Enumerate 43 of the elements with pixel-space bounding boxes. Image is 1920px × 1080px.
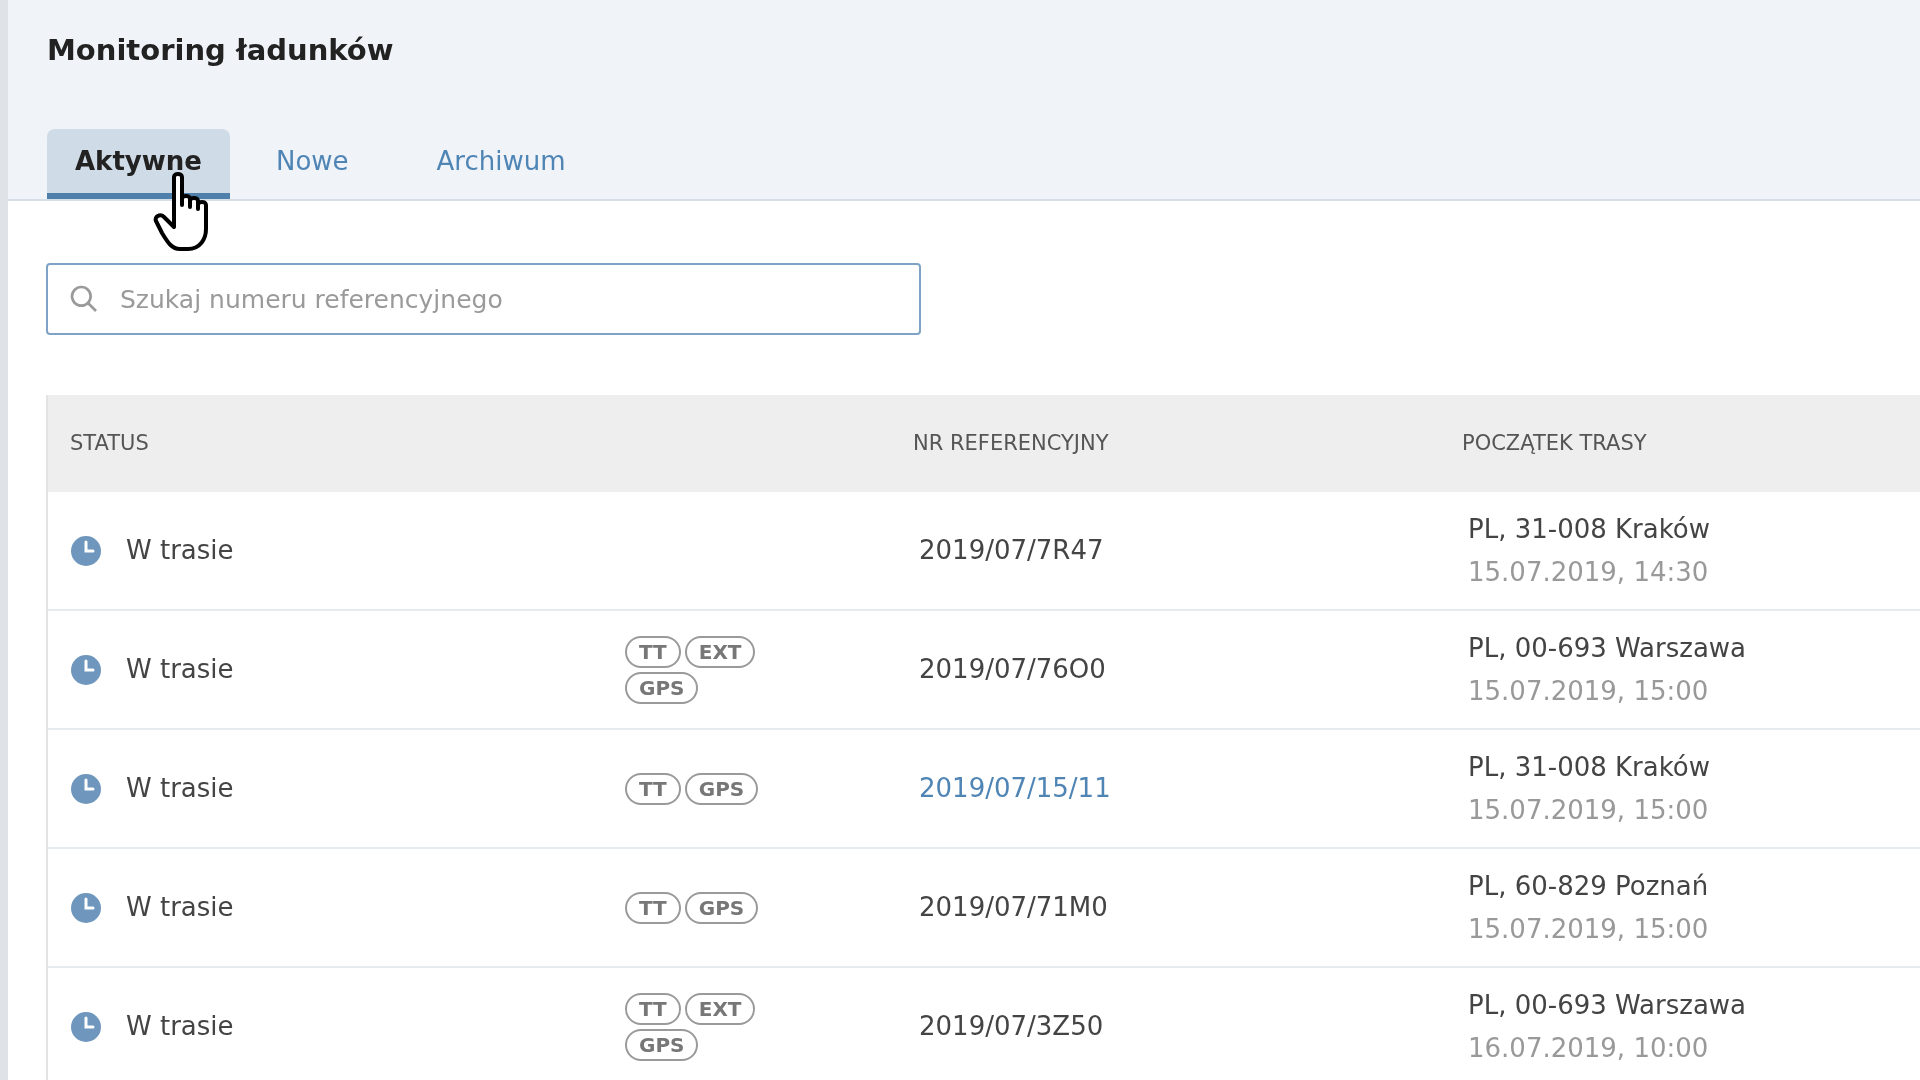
route-date: 15.07.2019, 15:00 bbox=[1468, 793, 1710, 827]
clock-icon bbox=[70, 534, 102, 567]
search-field[interactable]: Szukaj numeru referencyjnego bbox=[46, 263, 921, 335]
route-start: PL, 00-693 Warszawa bbox=[1468, 631, 1747, 665]
status-text: W trasie bbox=[126, 653, 234, 686]
route-date: 15.07.2019, 15:00 bbox=[1468, 674, 1710, 708]
column-header: POCZĄTEK TRASY bbox=[1462, 430, 1647, 455]
status-text: W trasie bbox=[126, 1010, 234, 1043]
reference-link[interactable]: 2019/07/15/11 bbox=[919, 773, 1111, 803]
route-start: PL, 31-008 Kraków bbox=[1468, 512, 1711, 546]
tag-badge: TT bbox=[625, 772, 681, 805]
route-date: 15.07.2019, 14:30 bbox=[1468, 555, 1710, 589]
column-header: STATUS bbox=[70, 430, 149, 455]
reference-number: 2019/07/71M0 bbox=[919, 892, 1108, 922]
tag-badge: GPS bbox=[684, 772, 759, 805]
column-header: NR REFERENCYJNY bbox=[913, 430, 1109, 455]
route-date: 16.07.2019, 10:00 bbox=[1468, 1031, 1710, 1065]
status-text: W trasie bbox=[126, 772, 234, 805]
clock-icon bbox=[70, 1010, 102, 1043]
clock-icon bbox=[70, 772, 102, 805]
clock-icon bbox=[70, 653, 102, 686]
status-text: W trasie bbox=[126, 891, 234, 924]
tag-badge: TT bbox=[625, 635, 681, 668]
tag-badge: GPS bbox=[684, 891, 759, 924]
tag-badge: GPS bbox=[625, 1028, 699, 1061]
route-date: 15.07.2019, 15:00 bbox=[1468, 912, 1709, 946]
route-start: PL, 00-693 Warszawa bbox=[1468, 988, 1747, 1022]
tag-badge: TT bbox=[625, 992, 681, 1025]
tag-badge: TT bbox=[625, 891, 681, 924]
tab[interactable]: Aktywne bbox=[47, 129, 230, 199]
reference-number: 2019/07/3Z50 bbox=[919, 1011, 1104, 1041]
tag-badge: GPS bbox=[625, 671, 699, 704]
tab[interactable]: Archiwum bbox=[394, 129, 608, 199]
tag-badge: EXT bbox=[684, 635, 756, 668]
clock-icon bbox=[70, 891, 102, 924]
reference-number: 2019/07/76O0 bbox=[919, 654, 1106, 684]
page-title: Monitoring ładunków bbox=[47, 32, 394, 69]
route-start: PL, 60-829 Poznań bbox=[1468, 869, 1709, 903]
tab[interactable]: Nowe bbox=[233, 129, 391, 199]
reference-number: 2019/07/7R47 bbox=[919, 535, 1104, 565]
route-start: PL, 31-008 Kraków bbox=[1468, 750, 1711, 784]
tag-badge: EXT bbox=[684, 992, 756, 1025]
status-text: W trasie bbox=[126, 534, 234, 567]
